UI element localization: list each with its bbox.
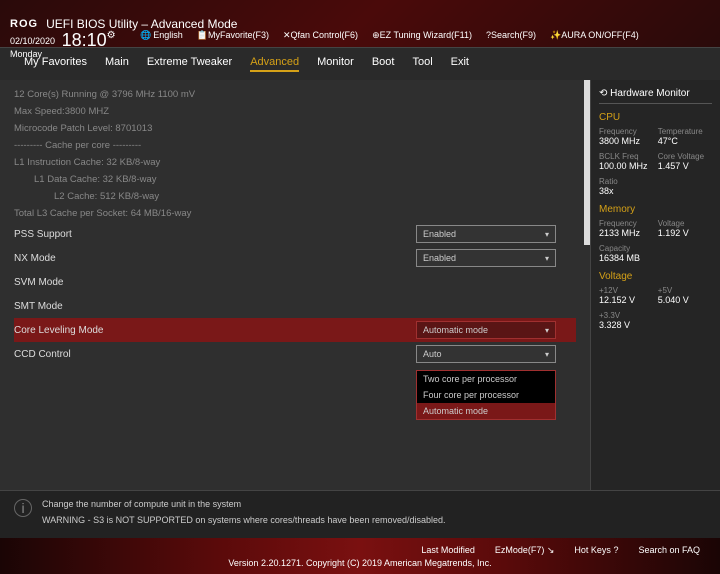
tab-extremetweaker[interactable]: Extreme Tweaker <box>147 56 232 72</box>
help-line1: Change the number of compute unit in the… <box>42 499 446 509</box>
content-area: 12 Core(s) Running @ 3796 MHz 1100 mV Ma… <box>0 80 590 490</box>
copyright: Version 2.20.1271. Copyright (C) 2019 Am… <box>228 558 491 568</box>
chevron-down-icon: ▾ <box>545 350 549 359</box>
dropdown-pss[interactable]: Enabled▾ <box>416 225 556 243</box>
info-microcode: Microcode Patch Level: 8701013 <box>14 120 576 137</box>
help-box: i Change the number of compute unit in t… <box>0 490 720 538</box>
search-faq-button[interactable]: Search on FAQ <box>638 545 700 556</box>
option-two-core[interactable]: Two core per processor <box>417 371 555 387</box>
tab-advanced[interactable]: Advanced <box>250 56 299 72</box>
hardware-monitor: Hardware Monitor CPU Frequency3800 MHzTe… <box>590 80 720 490</box>
tab-exit[interactable]: Exit <box>451 56 469 72</box>
setting-core-leveling[interactable]: Core Leveling Mode Automatic mode▾ <box>14 318 576 342</box>
hotkeys-button[interactable]: Hot Keys ? <box>574 545 618 556</box>
tab-monitor[interactable]: Monitor <box>317 56 354 72</box>
myfavorite-button[interactable]: 📋MyFavorite(F3) <box>197 30 269 41</box>
dropdown-options-list: Two core per processor Four core per pro… <box>416 370 556 420</box>
chevron-down-icon: ▾ <box>545 254 549 263</box>
setting-svm[interactable]: SVM Mode <box>14 270 576 294</box>
chevron-down-icon: ▾ <box>545 326 549 335</box>
search-button[interactable]: ?Search(F9) <box>486 30 536 41</box>
last-modified-button[interactable]: Last Modified <box>421 545 475 556</box>
hw-title: Hardware Monitor <box>599 88 712 104</box>
hw-volt-title: Voltage <box>599 271 712 282</box>
info-maxspeed: Max Speed:3800 MHZ <box>14 103 576 120</box>
setting-smt[interactable]: SMT Mode <box>14 294 576 318</box>
hw-mem-title: Memory <box>599 204 712 215</box>
info-l2: L2 Cache: 512 KB/8-way <box>14 188 576 205</box>
info-l1d: L1 Data Cache: 32 KB/8-way <box>14 171 576 188</box>
dropdown-core-leveling[interactable]: Automatic mode▾ <box>416 321 556 339</box>
info-icon: i <box>14 499 32 517</box>
language-button[interactable]: English <box>140 30 183 41</box>
topbar: English 📋MyFavorite(F3) ✕Qfan Control(F6… <box>140 30 639 41</box>
footer: Last Modified EzMode(F7) ↘ Hot Keys ? Se… <box>0 538 720 574</box>
aura-button[interactable]: ✨AURA ON/OFF(F4) <box>550 30 639 41</box>
eztuning-button[interactable]: ⊕EZ Tuning Wizard(F11) <box>372 30 472 41</box>
info-l1i: L1 Instruction Cache: 32 KB/8-way <box>14 154 576 171</box>
info-cores: 12 Core(s) Running @ 3796 MHz 1100 mV <box>14 86 576 103</box>
option-automatic[interactable]: Automatic mode <box>417 403 555 419</box>
tab-boot[interactable]: Boot <box>372 56 395 72</box>
setting-pss[interactable]: PSS Support Enabled▾ <box>14 222 576 246</box>
dropdown-ccd[interactable]: Auto▾ <box>416 345 556 363</box>
setting-nx[interactable]: NX Mode Enabled▾ <box>14 246 576 270</box>
info-cachehdr: --------- Cache per core --------- <box>14 137 576 154</box>
hw-cpu-title: CPU <box>599 112 712 123</box>
date: 02/10/2020 <box>10 36 55 46</box>
info-l3: Total L3 Cache per Socket: 64 MB/16-way <box>14 205 576 222</box>
tab-tool[interactable]: Tool <box>412 56 432 72</box>
scrollbar[interactable] <box>584 80 590 245</box>
clock[interactable]: 18:10 <box>62 30 107 50</box>
day: Monday <box>10 49 42 59</box>
ezmode-button[interactable]: EzMode(F7) ↘ <box>495 545 555 556</box>
qfan-button[interactable]: ✕Qfan Control(F6) <box>283 30 358 41</box>
datetime: 02/10/2020 18:10⚙ Monday <box>10 28 116 59</box>
dropdown-nx[interactable]: Enabled▾ <box>416 249 556 267</box>
help-line2: WARNING - S3 is NOT SUPPORTED on systems… <box>42 515 446 525</box>
option-four-core[interactable]: Four core per processor <box>417 387 555 403</box>
gear-icon[interactable]: ⚙ <box>107 30 116 41</box>
setting-ccd[interactable]: CCD Control Auto▾ <box>14 342 576 366</box>
chevron-down-icon: ▾ <box>545 230 549 239</box>
